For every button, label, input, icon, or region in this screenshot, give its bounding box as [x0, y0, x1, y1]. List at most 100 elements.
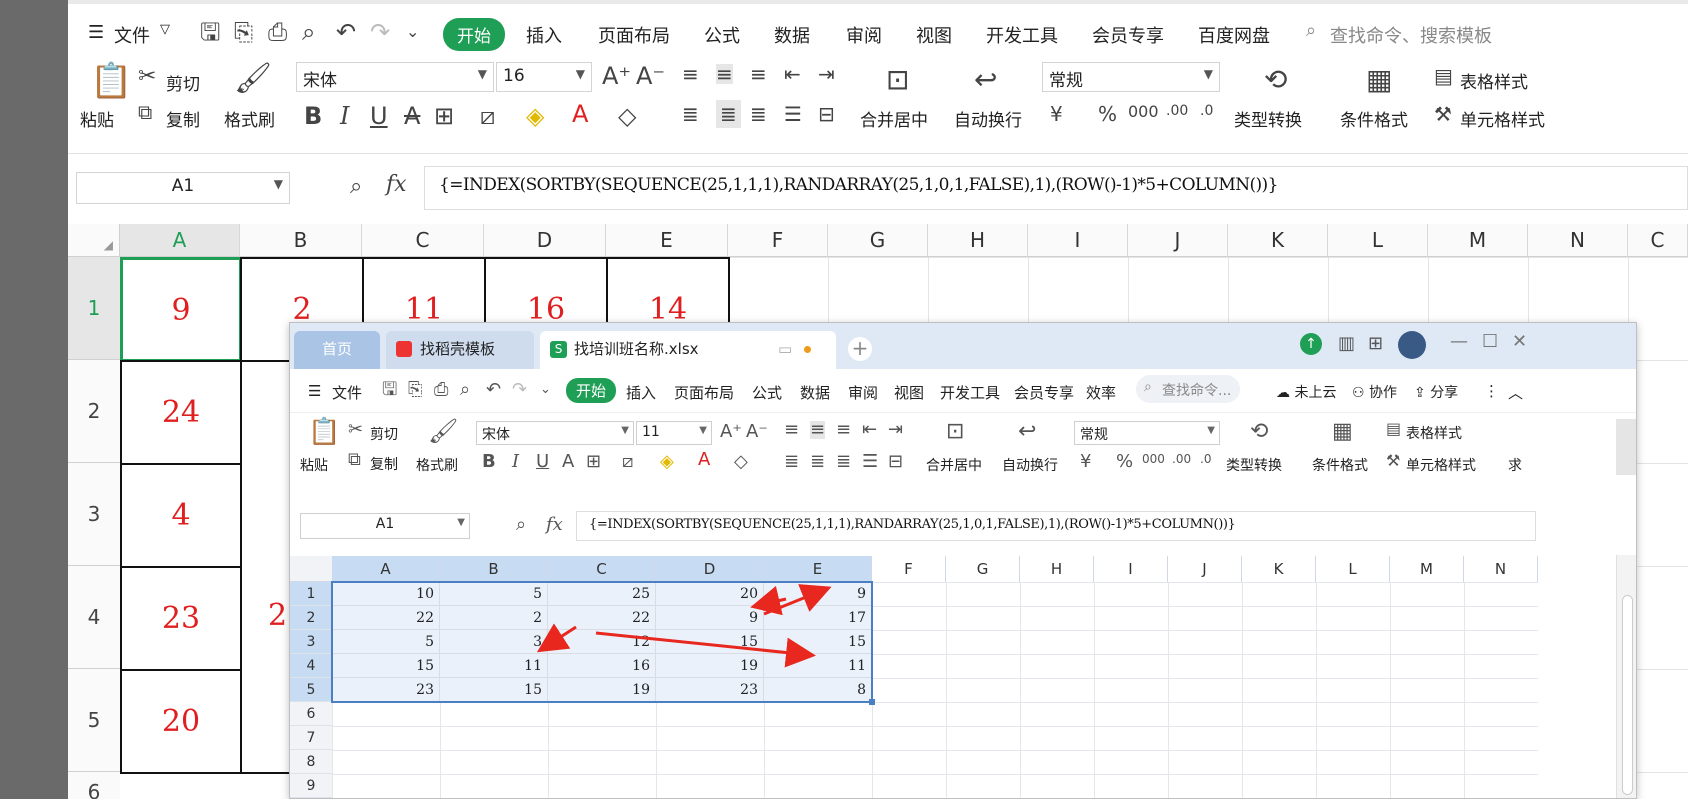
cell-b4-partial[interactable]: 2 [268, 598, 287, 633]
tab-view[interactable]: 视图 [916, 22, 952, 48]
underline-icon[interactable]: U [370, 104, 388, 128]
search-icon[interactable]: ⌕ [1306, 20, 1316, 41]
distribute-icon[interactable]: ⊟ [818, 104, 835, 124]
select-all-corner[interactable]: ◢ [68, 224, 120, 257]
justify-icon[interactable]: ☰ [784, 104, 802, 124]
preview-icon[interactable]: ⌕ [302, 20, 315, 44]
copy-icon[interactable]: ⧉ [138, 102, 152, 122]
cell-style-icon[interactable]: ⚒ [1434, 104, 1452, 124]
menu-file[interactable]: 文件 [114, 22, 150, 48]
table-style-button[interactable]: 表格样式 [1460, 68, 1528, 93]
print-icon[interactable]: ⎙ [268, 20, 287, 44]
row-header-4[interactable]: 4 [68, 566, 120, 669]
convert-icon[interactable]: ⟲ [1264, 66, 1287, 94]
cut-button[interactable]: 剪切 [166, 70, 200, 95]
cell-a4[interactable]: 23 [120, 566, 242, 671]
paste-button[interactable]: 粘贴 [80, 106, 114, 131]
format-painter-button[interactable]: 格式刷 [224, 106, 275, 131]
column-header-j[interactable]: J [1128, 224, 1228, 257]
conditional-format-icon[interactable]: ▦ [1366, 66, 1392, 94]
column-header-n[interactable]: N [1528, 224, 1628, 257]
cell-a2[interactable]: 24 [120, 360, 242, 465]
undo-icon[interactable]: ↶ [336, 20, 356, 44]
paste-icon[interactable]: 📋 [90, 64, 132, 98]
chevron-down-icon[interactable]: ▽ [160, 22, 170, 37]
search-box[interactable]: 查找命令、搜索模板 [1330, 22, 1492, 48]
format-painter-icon[interactable]: 🖌 [234, 64, 272, 94]
thousands-icon[interactable]: 000 [1128, 104, 1159, 120]
cell-a3[interactable]: 4 [120, 463, 242, 568]
row-header-3[interactable]: 3 [68, 463, 120, 566]
row-header-2[interactable]: 2 [68, 360, 120, 463]
font-color-icon[interactable]: A [572, 102, 588, 126]
column-header-m[interactable]: M [1428, 224, 1528, 257]
column-header-h[interactable]: H [928, 224, 1028, 257]
align-center-icon[interactable]: ≣ [716, 100, 741, 128]
column-header-k[interactable]: K [1228, 224, 1328, 257]
column-header-a[interactable]: A [120, 224, 240, 257]
cell-a5[interactable]: 20 [120, 669, 242, 774]
tab-baidu-pan[interactable]: 百度网盘 [1198, 22, 1270, 48]
cell-a1[interactable]: 9 [120, 257, 242, 362]
tab-developer[interactable]: 开发工具 [986, 22, 1058, 48]
wrap-text-button[interactable]: 自动换行 [954, 106, 1022, 131]
tab-page-layout[interactable]: 页面布局 [598, 22, 670, 48]
increase-indent-icon[interactable]: ⇥ [818, 64, 835, 84]
eraser-icon[interactable]: ◇ [618, 104, 636, 128]
conditional-format-button[interactable]: 条件格式 [1340, 106, 1408, 131]
tab-member[interactable]: 会员专享 [1092, 22, 1164, 48]
font-family-select[interactable]: 宋体 ▼ [296, 62, 494, 92]
cell-style-button[interactable]: 单元格样式 [1460, 106, 1545, 131]
column-header-b[interactable]: B [240, 224, 362, 257]
formula-input[interactable]: {=INDEX(SORTBY(SEQUENCE(25,1,1,1),RANDAR… [424, 166, 1688, 210]
align-right-icon[interactable]: ≣ [750, 104, 767, 124]
decrease-font-icon[interactable]: A⁻ [636, 64, 665, 88]
name-box[interactable]: A1 ▼ [76, 172, 290, 204]
vertical-scrollbar[interactable] [1616, 555, 1636, 798]
tab-formula[interactable]: 公式 [704, 22, 740, 48]
merge-icon[interactable]: ⊡ [886, 66, 909, 94]
column-header-i[interactable]: I [1028, 224, 1128, 257]
row-header-1[interactable]: 1 [68, 257, 120, 360]
align-bottom-icon[interactable]: ≡ [750, 64, 767, 84]
menu-icon[interactable]: ☰ [88, 22, 104, 43]
column-header-e[interactable]: E [606, 224, 728, 257]
scissors-icon[interactable]: ✂ [138, 66, 156, 88]
tab-insert[interactable]: 插入 [526, 22, 562, 48]
row-header-5[interactable]: 5 [68, 669, 120, 772]
table-style-icon[interactable]: ▤ [1434, 66, 1453, 86]
tab-home[interactable]: 开始 [443, 18, 505, 51]
align-left-icon[interactable]: ≣ [682, 104, 699, 124]
column-header-c[interactable]: C [362, 224, 484, 257]
redo-icon[interactable]: ↷ [370, 20, 390, 44]
align-top-icon[interactable]: ≡ [682, 64, 699, 84]
tab-review[interactable]: 审阅 [846, 22, 882, 48]
column-header-d[interactable]: D [484, 224, 606, 257]
number-format-select[interactable]: 常规 ▼ [1042, 62, 1220, 92]
more-icon[interactable]: ⌄ [406, 24, 419, 40]
decrease-decimal-icon[interactable]: .0 [1200, 104, 1213, 118]
zoom-icon[interactable]: ⌕ [350, 176, 362, 198]
italic-icon[interactable]: I [340, 104, 349, 128]
fill-color-icon[interactable]: ◈ [526, 104, 544, 128]
currency-icon[interactable]: ¥ [1050, 104, 1063, 124]
column-header-l[interactable]: L [1328, 224, 1428, 257]
type-convert-button[interactable]: 类型转换 [1234, 106, 1302, 131]
bold-icon[interactable]: B [304, 104, 322, 128]
copy-button[interactable]: 复制 [166, 106, 200, 131]
row-header-6[interactable]: 6 [68, 772, 120, 799]
column-header-o[interactable]: C [1628, 224, 1688, 257]
scroll-thumb[interactable] [1622, 595, 1633, 795]
increase-font-icon[interactable]: A⁺ [602, 64, 631, 88]
wrap-icon[interactable]: ↩ [974, 66, 997, 94]
percent-icon[interactable]: % [1098, 104, 1117, 124]
tab-data[interactable]: 数据 [774, 22, 810, 48]
export-icon[interactable]: ⎘ [234, 20, 253, 44]
column-header-g[interactable]: G [828, 224, 928, 257]
fx-icon[interactable]: fx [386, 174, 407, 196]
border-icon[interactable]: ⊞ [434, 104, 454, 128]
merge-center-button[interactable]: 合并居中 [860, 106, 928, 131]
column-header-f[interactable]: F [728, 224, 828, 257]
fill-pattern-icon[interactable]: ⧄ [480, 104, 495, 128]
strikethrough-icon[interactable]: A [404, 104, 420, 128]
